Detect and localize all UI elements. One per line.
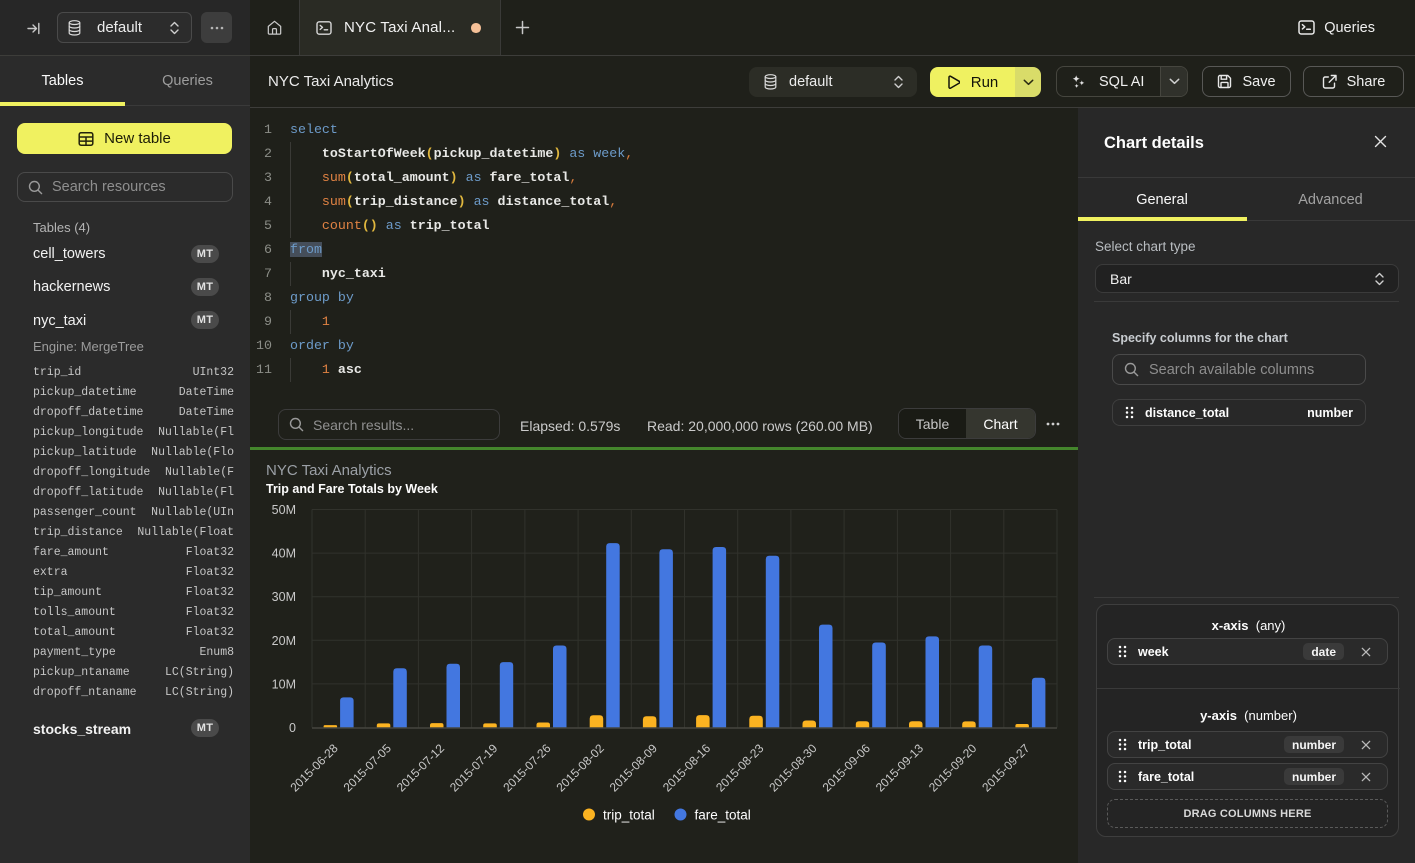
svg-text:2015-08-23: 2015-08-23 (713, 741, 767, 795)
svg-text:2015-08-02: 2015-08-02 (554, 741, 608, 795)
svg-text:2015-07-26: 2015-07-26 (500, 741, 554, 795)
svg-text:2015-07-19: 2015-07-19 (447, 741, 501, 795)
svg-text:2015-09-13: 2015-09-13 (873, 741, 927, 795)
svg-text:2015-08-09: 2015-08-09 (607, 741, 661, 795)
svg-text:2015-06-28: 2015-06-28 (287, 741, 341, 795)
svg-text:2015-09-06: 2015-09-06 (820, 741, 874, 795)
svg-text:2015-09-20: 2015-09-20 (926, 741, 980, 795)
svg-text:30M: 30M (272, 590, 296, 604)
svg-text:40M: 40M (272, 547, 296, 561)
svg-text:10M: 10M (272, 677, 296, 691)
svg-text:2015-08-16: 2015-08-16 (660, 741, 714, 795)
svg-text:20M: 20M (272, 634, 296, 648)
svg-text:50M: 50M (272, 503, 296, 517)
svg-text:fare_total: fare_total (695, 808, 751, 823)
svg-text:2015-08-30: 2015-08-30 (766, 741, 820, 795)
svg-text:2015-09-27: 2015-09-27 (979, 741, 1033, 795)
svg-text:0: 0 (289, 721, 296, 735)
svg-text:trip_total: trip_total (603, 808, 655, 823)
svg-text:2015-07-05: 2015-07-05 (341, 741, 395, 795)
svg-text:2015-07-12: 2015-07-12 (394, 741, 448, 795)
